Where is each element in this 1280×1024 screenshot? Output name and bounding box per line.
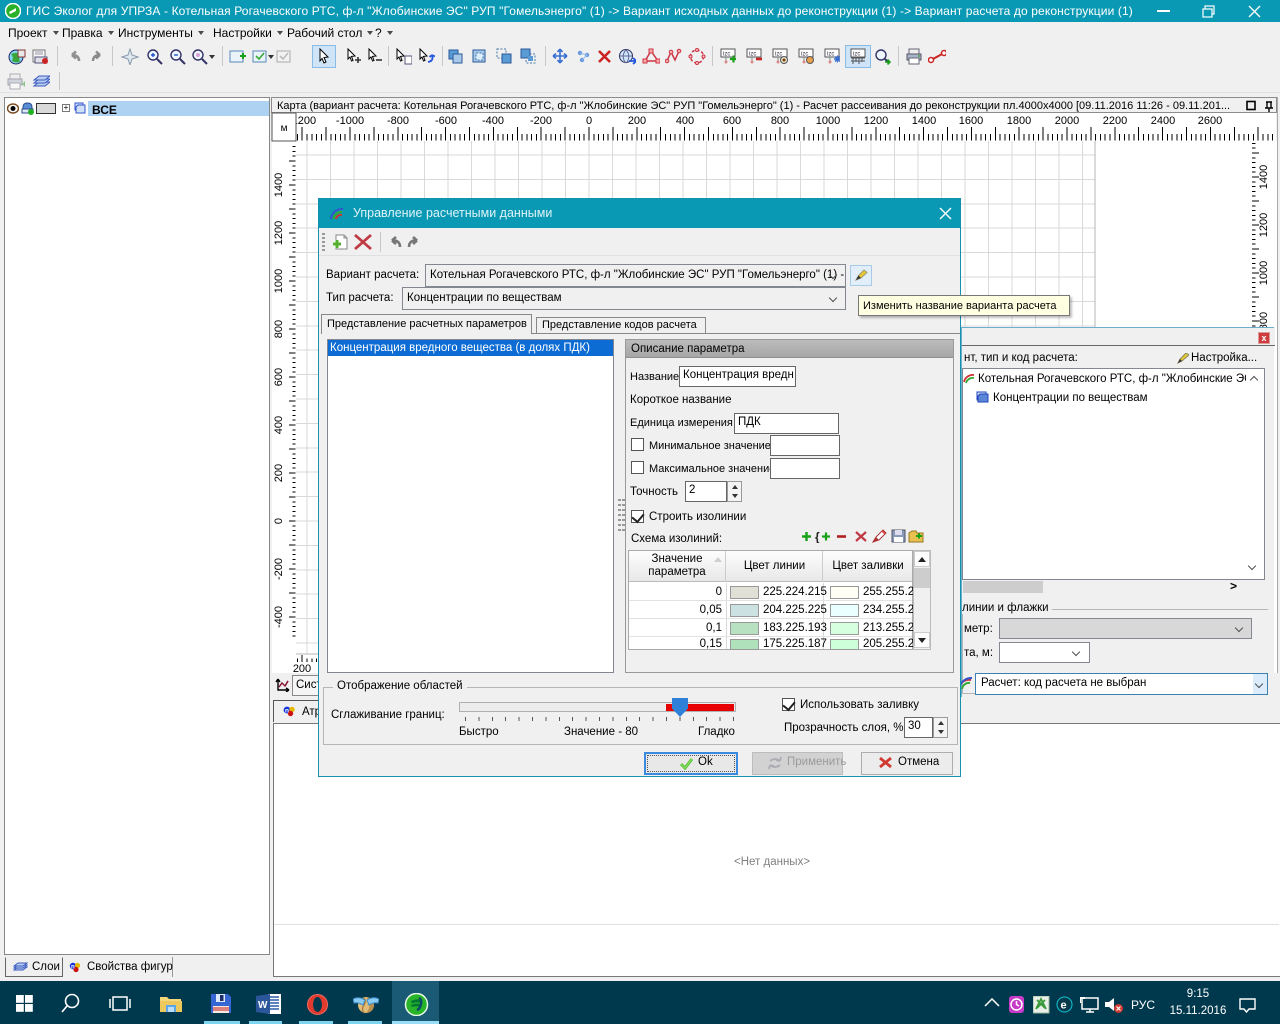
svg-text:1000: 1000	[273, 269, 285, 293]
svg-text:-400: -400	[482, 115, 504, 127]
svg-text:400: 400	[676, 115, 694, 127]
svg-text:2600: 2600	[1198, 115, 1222, 127]
svg-text:600: 600	[273, 368, 285, 386]
svg-text:1400: 1400	[273, 173, 285, 197]
svg-text:izc: izc	[723, 52, 730, 58]
svg-text:e: e	[1061, 1000, 1067, 1012]
svg-text:1000: 1000	[816, 115, 840, 127]
svg-text:izc: izc	[775, 52, 782, 58]
svg-text:izc: izc	[853, 52, 860, 58]
svg-text:n: n	[285, 708, 289, 715]
svg-text:200: 200	[628, 115, 646, 127]
svg-text:izc: izc	[749, 52, 756, 58]
svg-text:izc: izc	[801, 52, 808, 58]
svg-text:W: W	[258, 1000, 268, 1011]
svg-text:2200: 2200	[1103, 115, 1127, 127]
svg-text:1200: 1200	[1258, 213, 1270, 237]
svg-text:1400: 1400	[912, 115, 936, 127]
svg-text:-600: -600	[435, 115, 457, 127]
svg-text:-200: -200	[273, 558, 285, 580]
svg-text:м: м	[281, 123, 288, 134]
svg-text:1600: 1600	[959, 115, 983, 127]
svg-text:-400: -400	[273, 606, 285, 628]
svg-text:800: 800	[771, 115, 789, 127]
svg-text:1400: 1400	[1258, 165, 1270, 189]
svg-text:Карта (вариант расчета: Котель: Карта (вариант расчета: Котельная Рогаче…	[277, 100, 1230, 112]
svg-text:1800: 1800	[1007, 115, 1031, 127]
svg-text:2400: 2400	[1151, 115, 1175, 127]
svg-text:-1000: -1000	[336, 115, 364, 127]
svg-text:2000: 2000	[1055, 115, 1079, 127]
svg-text:n: n	[71, 965, 75, 971]
svg-text:600: 600	[723, 115, 741, 127]
svg-text:400: 400	[273, 416, 285, 434]
svg-text:200: 200	[273, 464, 285, 482]
svg-text:0: 0	[273, 518, 285, 524]
svg-text:1000: 1000	[1258, 261, 1270, 285]
svg-text:0: 0	[586, 115, 592, 127]
svg-text:200: 200	[293, 663, 311, 675]
svg-text:izc: izc	[827, 52, 834, 58]
svg-text:-200: -200	[530, 115, 552, 127]
svg-text:-800: -800	[387, 115, 409, 127]
svg-text:1200: 1200	[864, 115, 888, 127]
svg-text:1200: 1200	[273, 221, 285, 245]
svg-text:800: 800	[273, 320, 285, 338]
svg-text:{: {	[815, 530, 820, 543]
